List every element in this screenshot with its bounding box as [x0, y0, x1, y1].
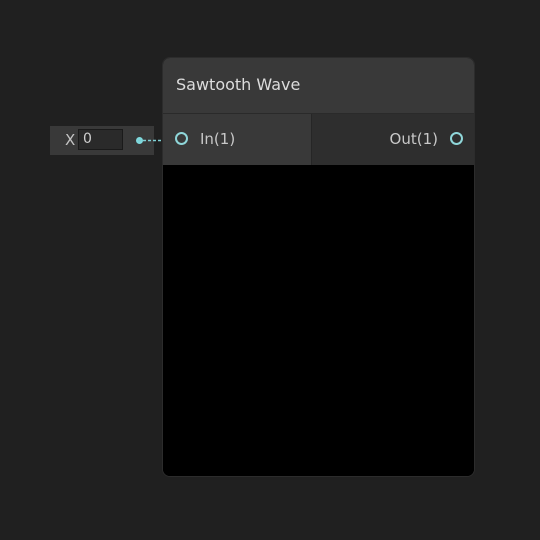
x-axis-label: X	[65, 131, 76, 149]
graph-canvas[interactable]: X 0 Sawtooth Wave In(1) Out(1)	[0, 0, 540, 540]
x-value-input[interactable]: 0	[78, 129, 123, 150]
node-title: Sawtooth Wave	[176, 75, 301, 94]
output-port-label: Out(1)	[389, 130, 438, 148]
input-ports-section: In(1)	[163, 114, 311, 165]
input-port-circle-icon[interactable]	[175, 132, 188, 145]
node-preview-area	[163, 165, 474, 476]
input-port-label: In(1)	[200, 130, 236, 148]
node-ports-row: In(1) Out(1)	[163, 114, 474, 165]
sawtooth-wave-node[interactable]: Sawtooth Wave In(1) Out(1)	[163, 58, 474, 476]
output-port-circle-icon[interactable]	[450, 132, 463, 145]
node-header[interactable]: Sawtooth Wave	[163, 58, 474, 114]
